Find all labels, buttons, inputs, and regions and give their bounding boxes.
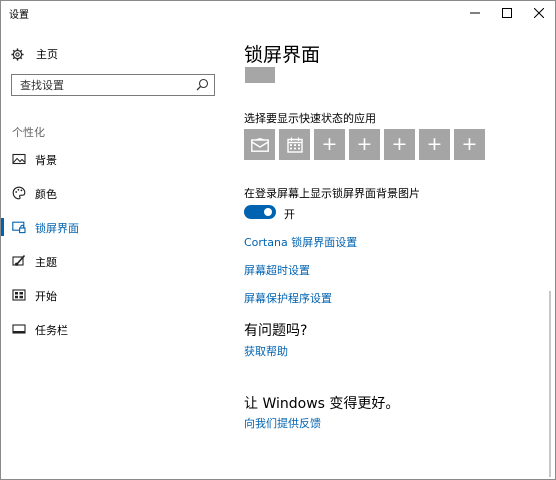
search-input[interactable] (12, 75, 192, 95)
minimize-icon (470, 12, 480, 14)
get-help-link[interactable]: 获取帮助 (244, 343, 288, 359)
close-button[interactable] (523, 1, 555, 25)
minimize-button[interactable] (459, 1, 491, 25)
start-grid-icon (12, 289, 26, 301)
quick-status-tile-add[interactable]: + (454, 129, 485, 160)
cortana-lock-screen-settings-link[interactable]: Cortana 锁屏界面设置 (244, 234, 357, 250)
sidebar-item-label: 锁屏界面 (35, 222, 79, 235)
quick-status-tile-add[interactable]: + (349, 129, 380, 160)
selection-indicator (1, 218, 4, 236)
toggle-knob (264, 208, 272, 216)
maximize-button[interactable] (491, 1, 523, 25)
background-preview-partial[interactable] (245, 67, 275, 83)
plus-icon: + (391, 133, 408, 155)
sidebar-item-label: 开始 (35, 290, 57, 303)
home-label: 主页 (36, 48, 58, 61)
search-icon[interactable] (196, 78, 209, 91)
sidebar-item-label: 背景 (35, 154, 57, 167)
quick-status-label: 选择要显示快速状态的应用 (244, 112, 376, 125)
sidebar-item-lock-screen[interactable]: 锁屏界面 (1, 214, 227, 240)
sidebar-item-themes[interactable]: 主题 (1, 248, 227, 274)
brush-icon (12, 254, 26, 266)
scrollbar[interactable] (549, 291, 551, 477)
screen-timeout-settings-link[interactable]: 屏幕超时设置 (244, 262, 310, 278)
signin-background-label: 在登录屏幕上显示锁屏界面背景图片 (244, 187, 420, 200)
taskbar-icon (12, 324, 26, 334)
quick-status-tile-mail[interactable] (244, 129, 275, 160)
maximize-icon (502, 8, 512, 18)
gear-icon (11, 47, 24, 61)
plus-icon: + (461, 133, 478, 155)
quick-status-tile-add[interactable]: + (384, 129, 415, 160)
calendar-icon (286, 137, 303, 153)
sidebar-item-label: 颜色 (35, 188, 57, 201)
sidebar-item-background[interactable]: 背景 (1, 146, 227, 172)
sidebar-item-start[interactable]: 开始 (1, 282, 227, 308)
plus-icon: + (321, 133, 338, 155)
help-section-title: 有问题吗? (244, 323, 308, 339)
give-feedback-link[interactable]: 向我们提供反馈 (244, 415, 321, 431)
lock-screen-icon (12, 221, 26, 234)
sidebar-item-taskbar[interactable]: 任务栏 (1, 316, 227, 342)
sidebar-item-label: 任务栏 (35, 324, 68, 337)
sidebar-item-home[interactable]: 主页 (11, 45, 58, 63)
quick-status-tile-add[interactable]: + (419, 129, 450, 160)
sidebar-item-label: 主题 (35, 256, 57, 269)
sidebar-item-colors[interactable]: 颜色 (1, 180, 227, 206)
quick-status-tile-calendar[interactable] (279, 129, 310, 160)
improve-windows-title: 让 Windows 变得更好。 (244, 396, 400, 412)
settings-window: 设置 主页 个性化 (0, 0, 556, 480)
section-label-personalization: 个性化 (12, 126, 45, 139)
mail-icon (250, 137, 269, 152)
toggle-state-label: 开 (284, 208, 295, 221)
quick-status-tiles: + + + + + (244, 129, 485, 160)
search-box (11, 74, 215, 96)
page-title: 锁屏界面 (244, 44, 321, 66)
close-icon (534, 8, 544, 18)
palette-icon (12, 186, 26, 200)
picture-icon (12, 153, 26, 165)
plus-icon: + (426, 133, 443, 155)
quick-status-tile-add[interactable]: + (314, 129, 345, 160)
signin-background-toggle[interactable] (244, 205, 276, 219)
plus-icon: + (356, 133, 373, 155)
title-bar: 设置 (1, 1, 555, 25)
screensaver-settings-link[interactable]: 屏幕保护程序设置 (244, 290, 332, 306)
window-title: 设置 (9, 10, 29, 21)
